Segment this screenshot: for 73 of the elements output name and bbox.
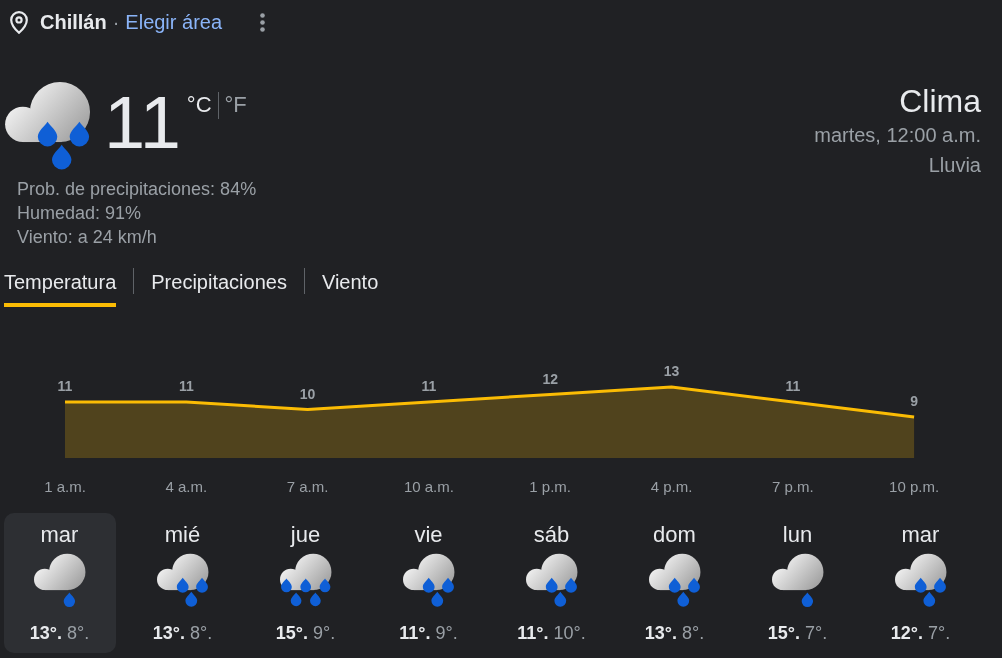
axis-label: 4 p.m.: [650, 478, 693, 495]
unit-toggle[interactable]: °F: [224, 92, 247, 118]
day-name: mar: [901, 523, 940, 547]
rain-icon: [525, 553, 578, 609]
day-name: jue: [290, 523, 321, 547]
low-temperature: 8°.: [190, 622, 213, 645]
rain-icon: [648, 553, 701, 609]
day-name: mié: [164, 523, 201, 547]
condition-text: Lluvia: [928, 153, 981, 178]
data-label: 10: [299, 385, 316, 402]
data-label: 11: [57, 378, 73, 394]
high-temperature: 15°.: [767, 622, 800, 645]
light-rain-icon: [771, 553, 824, 609]
day-forecast[interactable]: mié 13°. 8°.: [126, 513, 239, 653]
low-temperature: 8°.: [67, 622, 90, 645]
day-forecast[interactable]: mar 13°. 8°.: [3, 513, 116, 653]
date-time: martes, 12:00 a.m.: [814, 123, 981, 148]
low-temperature: 9°.: [435, 622, 458, 645]
low-temperature: 7°.: [805, 622, 828, 645]
high-temperature: 13°.: [29, 622, 62, 645]
high-temperature: 11°.: [399, 622, 431, 645]
day-forecast[interactable]: dom 13°. 8°.: [618, 513, 731, 653]
low-temperature: 10°.: [553, 622, 586, 645]
low-temperature: 8°.: [682, 622, 705, 645]
low-temperature: 7°.: [928, 622, 951, 645]
axis-label: 7 p.m.: [771, 478, 814, 495]
tab[interactable]: Temperatura: [4, 268, 117, 307]
location-pin-icon: [10, 10, 28, 34]
light-rain-icon: [33, 553, 86, 609]
day-forecast[interactable]: jue 15°. 9°.: [249, 513, 362, 653]
axis-label: 10 a.m.: [403, 478, 454, 495]
location-name: Chillán: [40, 10, 107, 35]
day-forecast[interactable]: sáb 11°. 10°.: [495, 513, 608, 653]
weather-detail: Humedad: 91%: [17, 202, 142, 225]
day-name: dom: [653, 523, 696, 547]
data-label: 11: [421, 378, 437, 394]
choose-area-link[interactable]: Elegir área: [125, 7, 223, 37]
high-temperature: 12°.: [890, 622, 923, 645]
weather-detail: Prob. de precipitaciones: 84%: [17, 178, 257, 201]
weather-detail: Viento: a 24 km/h: [17, 226, 157, 249]
axis-label: 1 a.m.: [44, 478, 86, 495]
tab[interactable]: Precipitaciones: [151, 268, 287, 307]
day-name: vie: [414, 523, 443, 547]
data-label: 12: [542, 370, 558, 387]
data-label: 13: [663, 363, 680, 379]
axis-label: 4 a.m.: [165, 478, 208, 495]
day-forecast[interactable]: vie 11°. 9°.: [372, 513, 485, 653]
day-forecast[interactable]: mar 12°. 7°.: [864, 513, 977, 653]
data-label: 9: [910, 393, 918, 409]
high-temperature: 11°.: [517, 622, 549, 645]
rain-icon: [402, 553, 455, 609]
axis-label: 7 a.m.: [286, 478, 329, 495]
current-temperature: 11: [104, 86, 181, 160]
separator-dot: ·: [112, 10, 120, 35]
axis-label: 10 p.m.: [889, 478, 940, 495]
low-temperature: 9°.: [313, 622, 336, 645]
data-label: 11: [178, 378, 194, 394]
high-temperature: 13°.: [152, 622, 185, 645]
heavy-rain-icon: [279, 553, 332, 609]
more-options-icon[interactable]: [260, 12, 266, 32]
day-name: sáb: [533, 523, 570, 547]
rain-icon: [894, 553, 947, 609]
high-temperature: 13°.: [644, 622, 677, 645]
data-label: 11: [785, 378, 801, 394]
axis-label: 1 p.m.: [529, 478, 572, 495]
widget-title: Clima: [899, 82, 981, 120]
rain-icon: [156, 553, 209, 609]
tab[interactable]: Viento: [321, 268, 379, 307]
day-forecast[interactable]: lun 15°. 7°.: [741, 513, 854, 653]
high-temperature: 15°.: [275, 622, 308, 645]
unit-toggle[interactable]: °C: [186, 92, 212, 118]
day-name: lun: [782, 523, 813, 547]
day-name: mar: [40, 523, 79, 547]
